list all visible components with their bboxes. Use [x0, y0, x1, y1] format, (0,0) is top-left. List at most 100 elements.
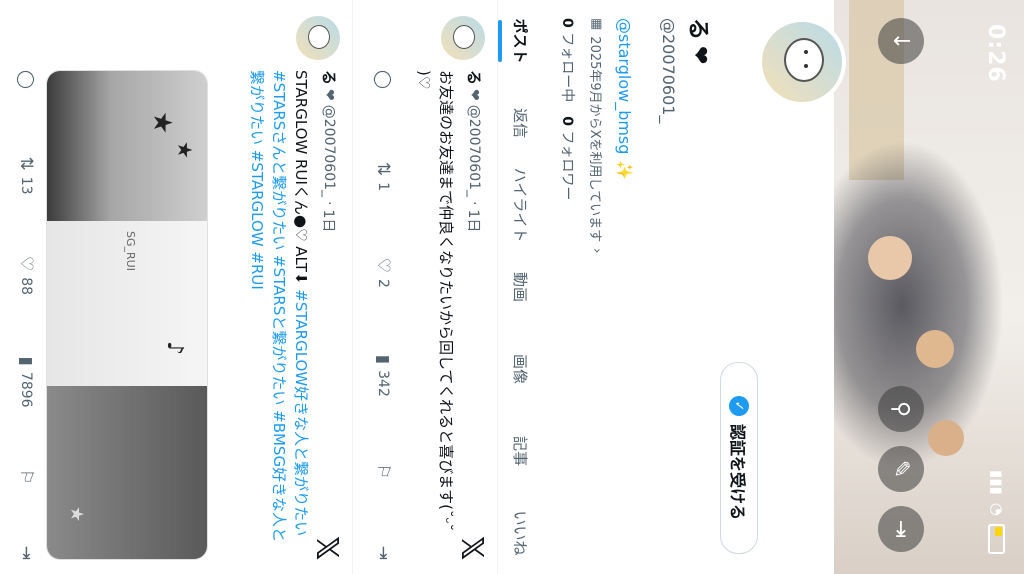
post-author[interactable]: る — [464, 70, 485, 85]
signal-icon: ▮▮▮ — [988, 470, 1006, 495]
post-actions: ◯ ⇅ 1 ♡ 2 ▮ 342 ⚐ ⇥ — [373, 70, 393, 560]
like-icon: ♡ — [16, 256, 36, 272]
tab-likes[interactable]: いいね — [498, 492, 544, 574]
post-handle: @20070601_ — [466, 104, 483, 198]
post-actions: ◯ ⇅ 13 ♡ 88 ▮ 7896 ⚐ ⇥ — [16, 70, 36, 560]
heart-outline-icon: ♡ — [292, 227, 310, 242]
post-time: 1日 — [465, 209, 482, 233]
views-button[interactable]: ▮ 342 — [373, 355, 393, 397]
arrow-down-badge-icon: ⬇ — [292, 271, 310, 285]
media-caption: SG_RUI — [124, 231, 137, 271]
views-icon: ▮ — [16, 356, 36, 366]
status-time: 0:26 — [983, 24, 1008, 83]
followers-link[interactable]: 0 フォロワー — [558, 116, 578, 200]
profile-handle: @20070601_ — [659, 18, 678, 124]
verify-button-label: 認証を受ける — [728, 423, 747, 520]
verify-button[interactable]: ✓ 認証を受ける — [720, 362, 758, 554]
like-button[interactable]: ♡ 88 — [16, 256, 36, 295]
search-icon: ⚲ — [888, 400, 914, 418]
star-icon: ★ — [173, 141, 197, 159]
music-note-icon: ♪ — [162, 341, 187, 356]
post-author[interactable]: る — [319, 70, 340, 85]
post-media[interactable]: ★ ★ ♪ SG_RUI ★ — [46, 70, 208, 560]
share-post-button[interactable]: ⇥ — [16, 546, 36, 560]
orb-icon: ● — [292, 214, 310, 228]
post[interactable]: る ❤ @20070601_ · 1日 𝕏 STARGLOW RUIくん●♡ A… — [0, 0, 352, 574]
media-image-3[interactable]: ★ — [47, 386, 207, 559]
wifi-icon: ◔ — [988, 502, 1006, 516]
post-avatar[interactable] — [296, 16, 340, 60]
repost-button[interactable]: ⇅ 13 — [16, 156, 36, 194]
bookmark-icon: ⚐ — [16, 469, 36, 485]
profile-screen: 0:26 ▮▮▮ ◔ ↓ ⚲ ✎ ⇥ ✓ 認証を受ける る ❤ @2007060… — [0, 0, 1024, 574]
tab-videos[interactable]: 動画 — [498, 246, 544, 328]
post-text: お友達のお友達まで仲良くなりたいから回してくれると喜びます(˘ᵕ˘ )♡ — [415, 70, 455, 532]
heart-icon: ❤ — [321, 89, 338, 101]
x-logo-icon: 𝕏 — [309, 536, 344, 561]
bookmark-icon: ⚐ — [373, 463, 393, 479]
follow-counts: 0 フォロー中 0 フォロワー — [558, 18, 578, 200]
profile-tabs: ポスト 返信 ハイライト 動画 画像 記事 いいね — [497, 0, 544, 574]
back-button[interactable]: ↓ — [878, 18, 924, 64]
views-button[interactable]: ▮ 7896 — [16, 357, 36, 408]
bio-mention[interactable]: @starglow_bmsg — [615, 18, 634, 154]
repost-button[interactable]: ⇅ 1 — [373, 162, 393, 191]
reply-button[interactable]: ◯ — [16, 70, 36, 95]
repost-icon: ⇅ — [16, 156, 36, 171]
bookmark-button[interactable]: ⚐ — [16, 469, 36, 484]
status-icons: ▮▮▮ ◔ — [988, 470, 1006, 554]
media-image-1[interactable]: ★ ★ — [47, 71, 207, 221]
profile-bio: @starglow_bmsg ✨ — [615, 18, 634, 180]
post-text: STARGLOW RUIくん●♡ ALT⬇ #STARGLOW好きな人と繋がりた… — [246, 70, 312, 550]
heart-icon: ❤ — [466, 89, 483, 101]
profile-name: る ❤ — [684, 18, 716, 64]
repost-icon: ⇅ — [373, 161, 393, 177]
tab-images[interactable]: 画像 — [498, 328, 544, 410]
verified-badge-icon: ✓ — [729, 395, 749, 416]
display-name: る — [685, 18, 710, 41]
reply-icon: ◯ — [373, 70, 393, 90]
profile-avatar[interactable] — [758, 18, 846, 106]
post-meta: る ❤ @20070601_ · 1日 — [464, 70, 485, 233]
share-post-button[interactable]: ⇥ — [373, 546, 393, 560]
banner-face — [916, 330, 954, 368]
following-link[interactable]: 0 フォロー中 — [558, 18, 578, 102]
joined-date[interactable]: ▦ 2025年9月からXを利用しています › — [587, 18, 606, 253]
share-button[interactable]: ⇥ — [878, 506, 924, 552]
post-avatar[interactable] — [441, 16, 485, 60]
tab-replies[interactable]: 返信 — [498, 82, 544, 164]
post-time: 1日 — [320, 209, 337, 233]
post[interactable]: る ❤ @20070601_ · 1日 𝕏 お友達のお友達まで仲良くなりたいから… — [352, 0, 497, 574]
alt-label: ALT — [292, 246, 310, 272]
exit-icon: ⇥ — [888, 519, 914, 539]
post-handle: @20070601_ — [321, 104, 338, 198]
avatar-sheep — [784, 38, 824, 82]
search-button[interactable]: ⚲ — [878, 386, 924, 432]
banner-face — [928, 420, 964, 456]
x-logo-icon: 𝕏 — [454, 536, 489, 561]
star-icon: ★ — [66, 506, 87, 523]
calendar-icon: ▦ — [589, 18, 604, 31]
media-image-2[interactable]: ♪ SG_RUI — [47, 221, 207, 386]
post-text-prefix: STARGLOW RUIくん — [292, 70, 310, 215]
share-icon: ⇥ — [16, 545, 36, 560]
post-meta: る ❤ @20070601_ · 1日 — [319, 70, 340, 233]
bookmark-button[interactable]: ⚐ — [373, 464, 393, 479]
sparkle-icon: ✨ — [615, 160, 634, 181]
views-icon: ▮ — [373, 354, 393, 365]
edit-button[interactable]: ✎ — [878, 446, 924, 492]
star-icon: ★ — [147, 111, 177, 135]
tab-highlights[interactable]: ハイライト — [498, 164, 544, 246]
battery-icon — [988, 523, 1006, 554]
arrow-down-icon: ↓ — [888, 31, 914, 51]
pencil-icon: ✎ — [888, 459, 914, 479]
tab-articles[interactable]: 記事 — [498, 410, 544, 492]
reply-button[interactable]: ◯ — [373, 70, 393, 95]
share-icon: ⇥ — [373, 545, 393, 560]
like-button[interactable]: ♡ 2 — [373, 258, 393, 288]
like-icon: ♡ — [373, 257, 393, 274]
joined-label: 2025年9月からXを利用しています — [587, 36, 602, 243]
tab-posts[interactable]: ポスト — [498, 0, 544, 82]
chevron-right-icon: › — [589, 248, 604, 254]
banner-face — [868, 236, 912, 280]
